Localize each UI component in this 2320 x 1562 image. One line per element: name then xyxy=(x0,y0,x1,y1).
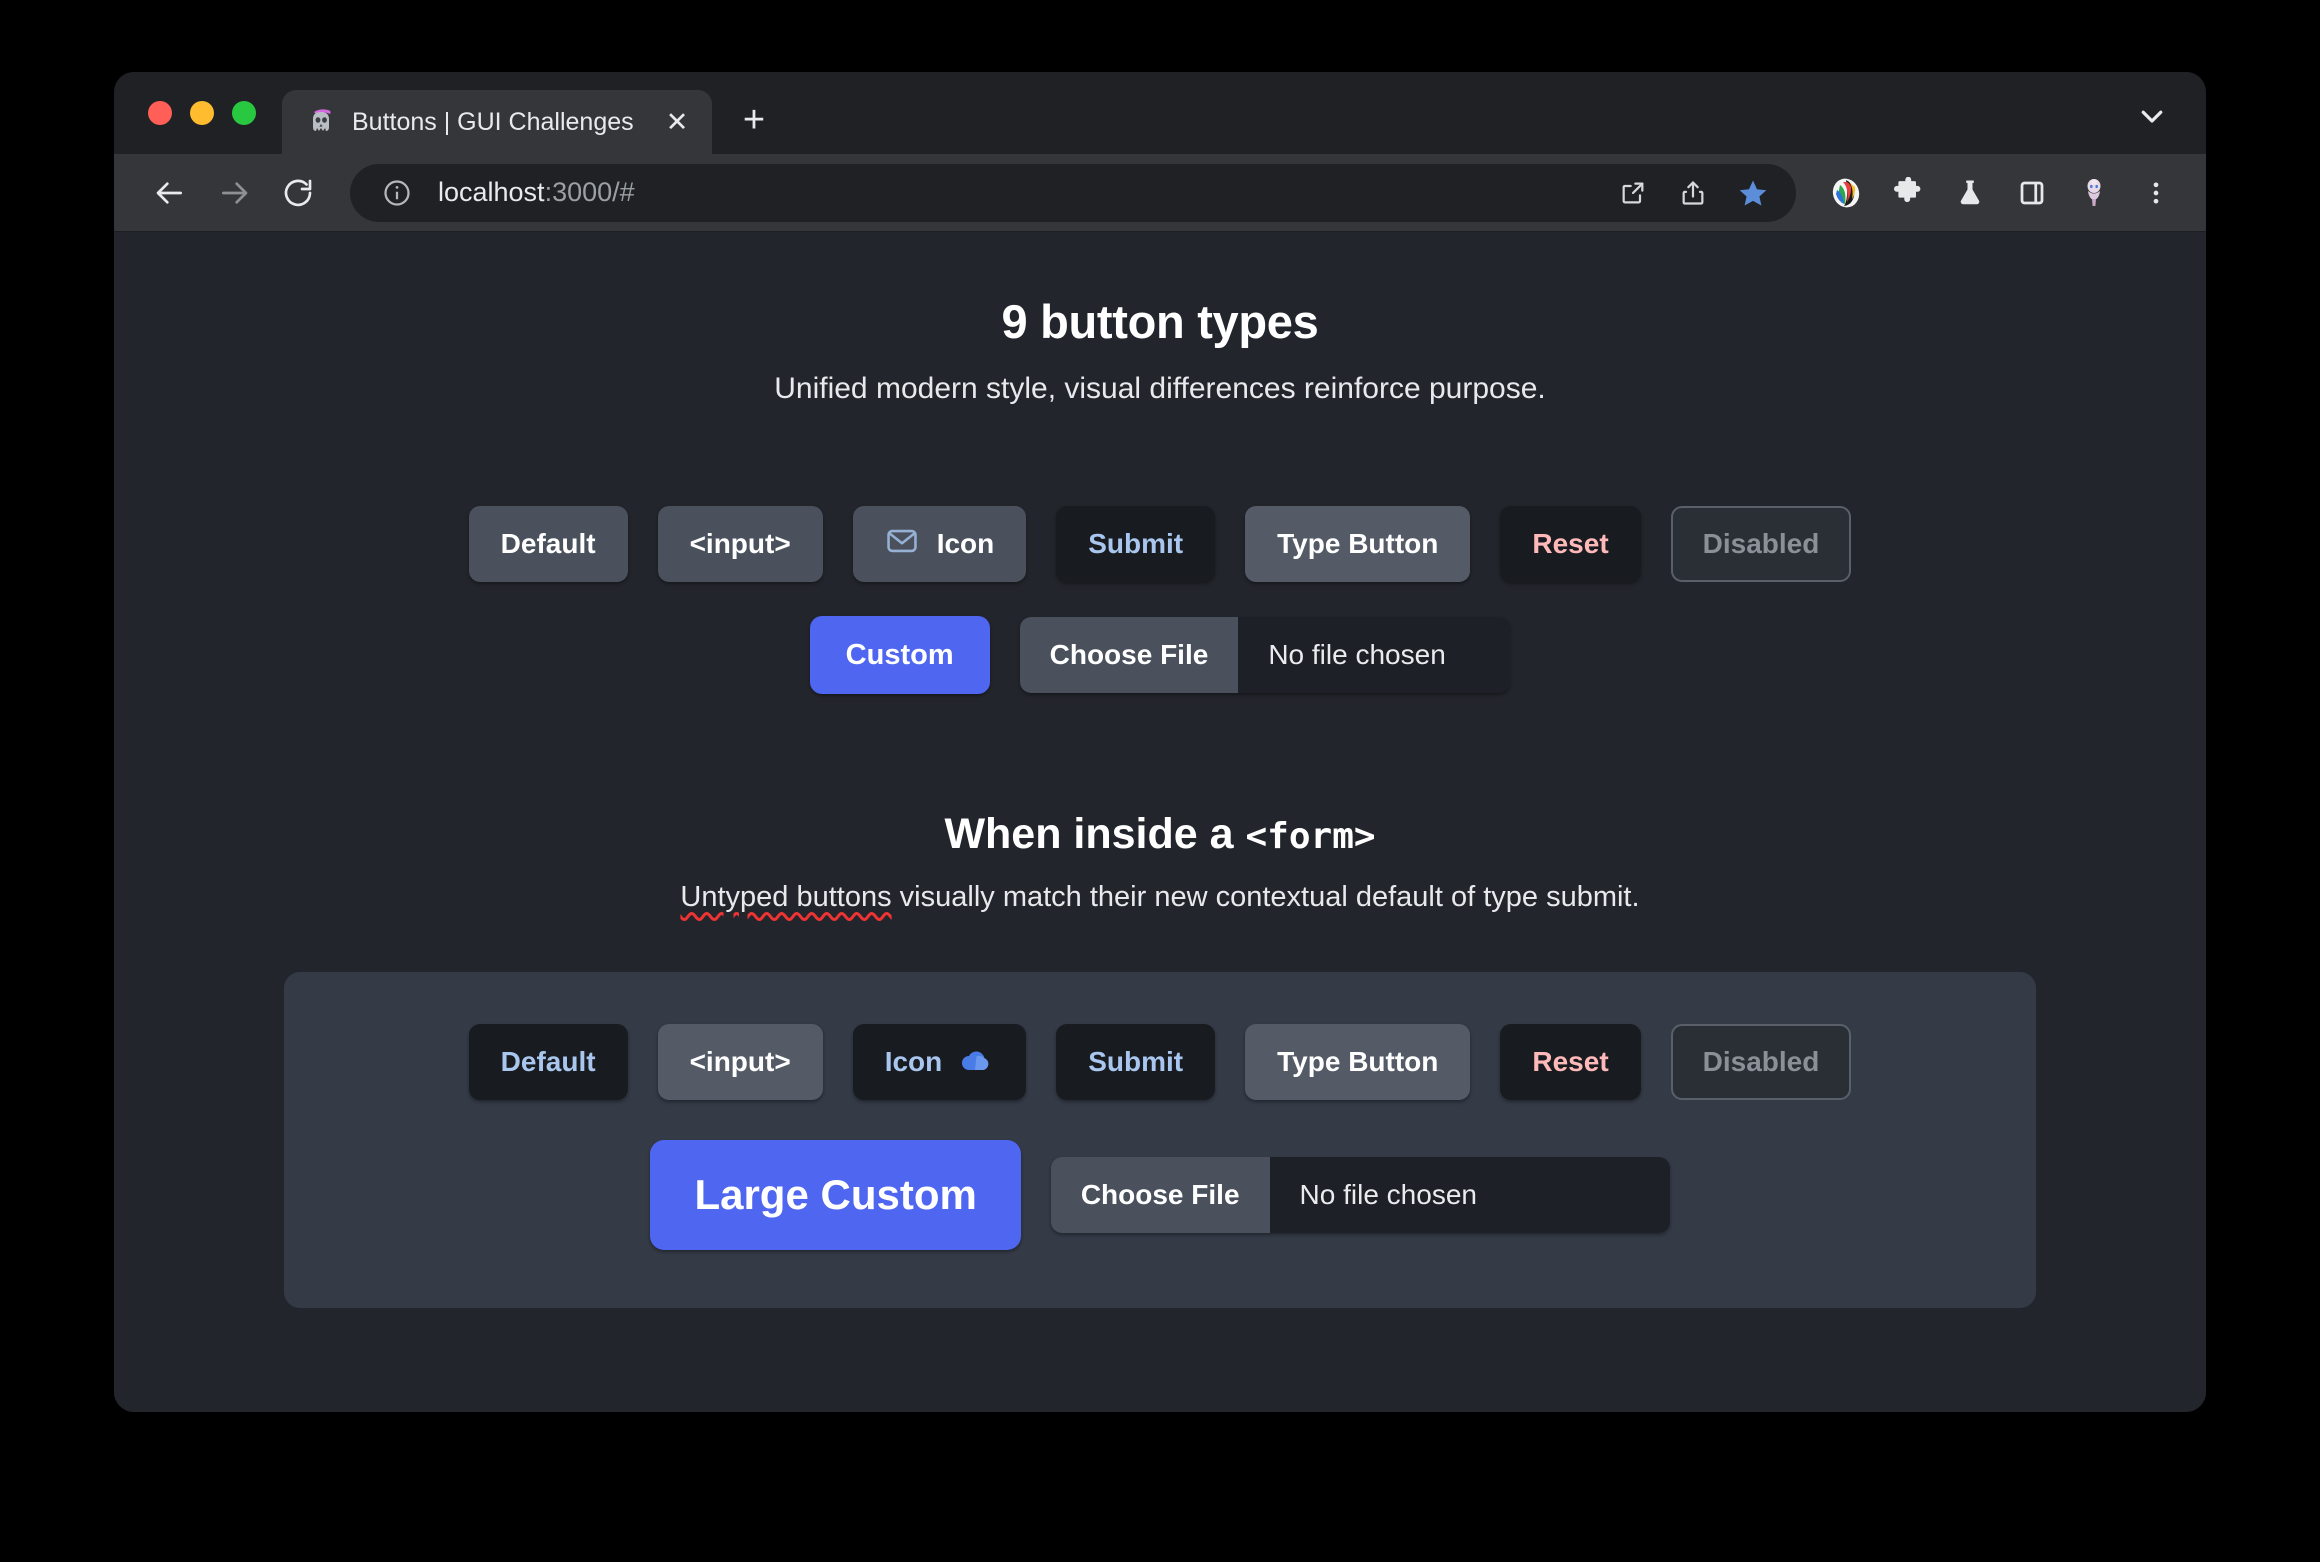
form-input-button[interactable]: <input> xyxy=(657,1024,823,1100)
form-section-subtitle: Untyped buttons visually match their new… xyxy=(114,881,2206,914)
minimize-window-button[interactable] xyxy=(190,101,214,125)
new-tab-button[interactable]: + xyxy=(726,92,782,148)
reset-button[interactable]: Reset xyxy=(1500,506,1641,582)
address-bar[interactable]: localhost:3000/# xyxy=(350,163,1796,222)
url-text: localhost:3000/# xyxy=(438,177,635,208)
button-row-primary: Default <input> Icon Submit Type Button … xyxy=(114,506,2206,582)
maximize-window-button[interactable] xyxy=(232,101,256,125)
profile-avatar-icon[interactable] xyxy=(2070,169,2118,217)
form-icon-button[interactable]: Icon xyxy=(852,1024,1027,1100)
hero-header: 9 button types Unified modern style, vis… xyxy=(114,294,2206,406)
info-circle-icon[interactable] xyxy=(374,170,420,216)
default-button[interactable]: Default xyxy=(468,506,628,582)
forward-arrow-icon[interactable] xyxy=(206,165,262,221)
form-title-text: When inside a xyxy=(944,810,1246,858)
form-section-header: When inside a <form> Untyped buttons vis… xyxy=(114,810,2206,914)
disabled-button: Disabled xyxy=(1670,506,1852,582)
page-title: 9 button types xyxy=(1001,295,1319,348)
chevron-down-icon[interactable] xyxy=(2130,94,2174,138)
three-dot-menu-icon[interactable] xyxy=(2132,169,2180,217)
open-in-new-icon[interactable] xyxy=(1610,170,1656,216)
form-button-row-secondary: Large Custom Choose File No file chosen xyxy=(284,1140,2036,1250)
form-file-status-label: No file chosen xyxy=(1269,1157,1670,1233)
browser-window: Buttons | GUI Challenges ✕ + localhost:3… xyxy=(114,72,2206,1412)
share-icon[interactable] xyxy=(1670,170,1716,216)
form-reset-button[interactable]: Reset xyxy=(1500,1024,1641,1100)
omnibox-actions xyxy=(1610,170,1776,216)
file-status-label: No file chosen xyxy=(1238,617,1511,693)
back-arrow-icon[interactable] xyxy=(142,165,198,221)
browser-toolbar: localhost:3000/# xyxy=(114,154,2206,232)
form-panel: Default <input> Icon Submit Type Button … xyxy=(284,972,2036,1308)
url-host: localhost xyxy=(438,177,545,207)
tab-title: Buttons | GUI Challenges xyxy=(352,107,634,136)
form-button-row-primary: Default <input> Icon Submit Type Button … xyxy=(284,1024,2036,1100)
page-subtitle: Unified modern style, visual differences… xyxy=(774,372,1546,405)
browser-tab[interactable]: Buttons | GUI Challenges ✕ xyxy=(282,90,712,154)
bookmark-star-icon[interactable] xyxy=(1730,170,1776,216)
input-button[interactable]: <input> xyxy=(657,506,823,582)
form-title-tag: <form> xyxy=(1245,816,1376,857)
tab-strip: Buttons | GUI Challenges ✕ + xyxy=(114,72,2206,154)
envelope-icon xyxy=(885,524,919,565)
file-input[interactable]: Choose File No file chosen xyxy=(1019,617,1511,693)
spellcheck-phrase: Untyped buttons xyxy=(680,881,892,913)
submit-button[interactable]: Submit xyxy=(1056,506,1216,582)
form-default-button[interactable]: Default xyxy=(468,1024,628,1100)
page-content: 9 button types Unified modern style, vis… xyxy=(114,232,2206,1411)
form-icon-button-label: Icon xyxy=(884,1046,943,1077)
form-subtitle-rest: visually match their new contextual defa… xyxy=(891,881,1640,913)
close-icon[interactable]: ✕ xyxy=(658,103,696,141)
puzzle-extension-icon[interactable] xyxy=(1884,169,1932,217)
choose-file-button[interactable]: Choose File xyxy=(1019,617,1239,693)
custom-button[interactable]: Custom xyxy=(809,616,990,694)
extension-icons xyxy=(1822,169,2180,217)
close-window-button[interactable] xyxy=(148,101,172,125)
flask-labs-icon[interactable] xyxy=(1946,169,1994,217)
reload-icon[interactable] xyxy=(270,165,326,221)
icon-button-label: Icon xyxy=(936,528,995,559)
form-submit-button[interactable]: Submit xyxy=(1056,1024,1216,1100)
ghost-skull-favicon xyxy=(306,107,336,137)
color-palette-extension-icon[interactable] xyxy=(1822,169,1870,217)
large-custom-button[interactable]: Large Custom xyxy=(650,1140,1021,1250)
form-type-button[interactable]: Type Button xyxy=(1245,1024,1471,1100)
side-panel-icon[interactable] xyxy=(2008,169,2056,217)
window-traffic-lights xyxy=(114,72,282,154)
icon-button[interactable]: Icon xyxy=(852,506,1027,582)
button-row-secondary: Custom Choose File No file chosen xyxy=(114,616,2206,694)
url-path: :3000/# xyxy=(544,177,635,207)
form-file-input[interactable]: Choose File No file chosen xyxy=(1050,1157,1670,1233)
type-button[interactable]: Type Button xyxy=(1245,506,1471,582)
form-choose-file-button[interactable]: Choose File xyxy=(1050,1157,1270,1233)
form-section-title: When inside a <form> xyxy=(114,810,2206,859)
cloud-icon xyxy=(960,1046,994,1079)
form-disabled-button: Disabled xyxy=(1670,1024,1852,1100)
